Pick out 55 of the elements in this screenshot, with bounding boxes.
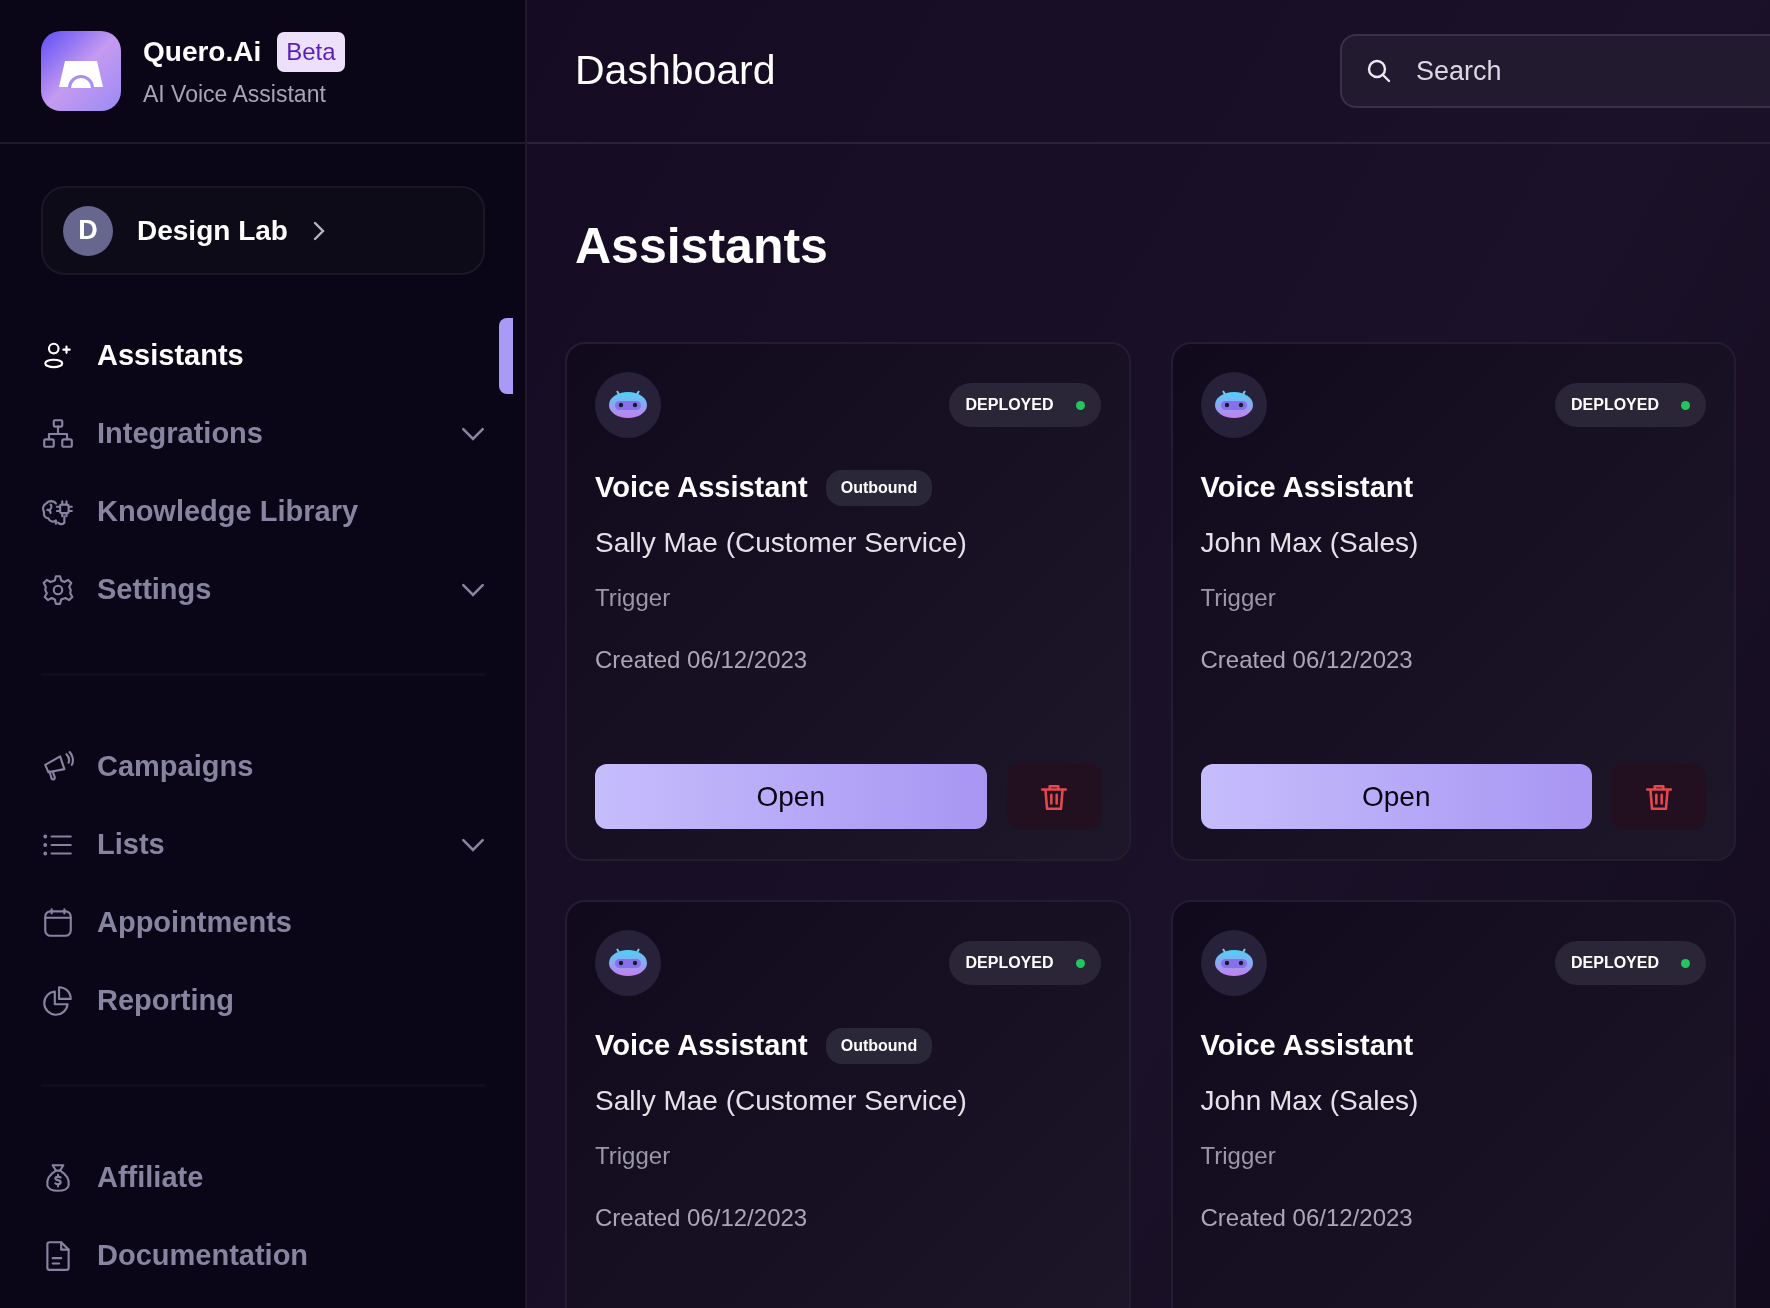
workspace-switcher[interactable]: D Design Lab <box>41 186 485 275</box>
calendar-icon <box>41 906 75 940</box>
trigger-label: Trigger <box>1200 582 1277 613</box>
sidebar-item[interactable]: Campaigns <box>41 728 485 806</box>
brand-name: Quero.Ai <box>143 34 262 69</box>
status-label: DEPLOYED <box>949 383 1101 427</box>
brand-tagline: AI Voice Assistant <box>143 79 327 109</box>
assistant-name: Sally Mae (Customer Service) <box>595 525 968 560</box>
robot-avatar-icon <box>1200 930 1267 996</box>
sidebar-item[interactable]: Affiliate <box>41 1139 485 1217</box>
sidebar-item[interactable]: Appointments <box>41 884 485 962</box>
chevron-right-icon <box>311 220 326 241</box>
robot-avatar-icon <box>1200 372 1267 438</box>
assistant-name: John Max (Sales) <box>1200 525 1420 560</box>
robot-avatar-icon <box>595 930 661 996</box>
logo-icon <box>41 31 121 111</box>
gear-icon <box>41 573 75 607</box>
assistant-name: John Max (Sales) <box>1200 1083 1420 1118</box>
created-date: Created 06/12/2023 <box>595 1202 809 1233</box>
trigger-label: Trigger <box>595 582 672 613</box>
created-date: Created 06/12/2023 <box>1200 644 1414 675</box>
status-label: DEPLOYED <box>1555 941 1706 985</box>
sidebar-item[interactable]: Documentation <box>41 1217 485 1295</box>
workspace-avatar: D <box>63 205 113 256</box>
delete-button[interactable] <box>1006 764 1101 829</box>
sidebar-item[interactable]: Knowledge Library <box>41 473 485 551</box>
hierarchy-icon <box>41 417 75 451</box>
delete-button[interactable] <box>1612 764 1706 829</box>
pie-chart-icon <box>41 984 75 1018</box>
robot-avatar-icon <box>595 372 661 438</box>
created-date: Created 06/12/2023 <box>595 644 809 675</box>
status-label: DEPLOYED <box>1555 383 1706 427</box>
sidebar-item[interactable]: Lists <box>41 806 485 884</box>
assistant-title: Voice Assistant <box>1200 1028 1414 1063</box>
direction-tag: Outbound <box>825 469 933 506</box>
assistant-title: Voice Assistant <box>1200 470 1414 505</box>
open-button[interactable]: Open <box>1200 764 1592 829</box>
sidebar-item[interactable]: Reporting <box>41 962 485 1040</box>
search-field[interactable]: Search <box>1340 34 1770 108</box>
open-button[interactable]: Open <box>595 764 987 829</box>
assistant-title: Voice Assistant <box>595 470 808 505</box>
beta-label: Beta <box>277 31 345 72</box>
created-date: Created 06/12/2023 <box>1200 1202 1414 1233</box>
sidebar-item[interactable]: Integrations <box>41 395 485 473</box>
sidebar-item[interactable]: Assistants <box>41 317 485 395</box>
assistant-name: Sally Mae (Customer Service) <box>595 1083 968 1118</box>
workspace-name: Design Lab <box>137 213 288 248</box>
status-label: DEPLOYED <box>949 941 1101 985</box>
section-title: Assistants <box>575 217 829 276</box>
trigger-label: Trigger <box>1200 1140 1277 1171</box>
trigger-label: Trigger <box>595 1140 672 1171</box>
assistant-title: Voice Assistant <box>595 1028 808 1063</box>
sidebar-item[interactable]: Settings <box>41 551 485 629</box>
direction-tag: Outbound <box>825 1027 933 1064</box>
page-title: Dashboard <box>575 46 776 96</box>
